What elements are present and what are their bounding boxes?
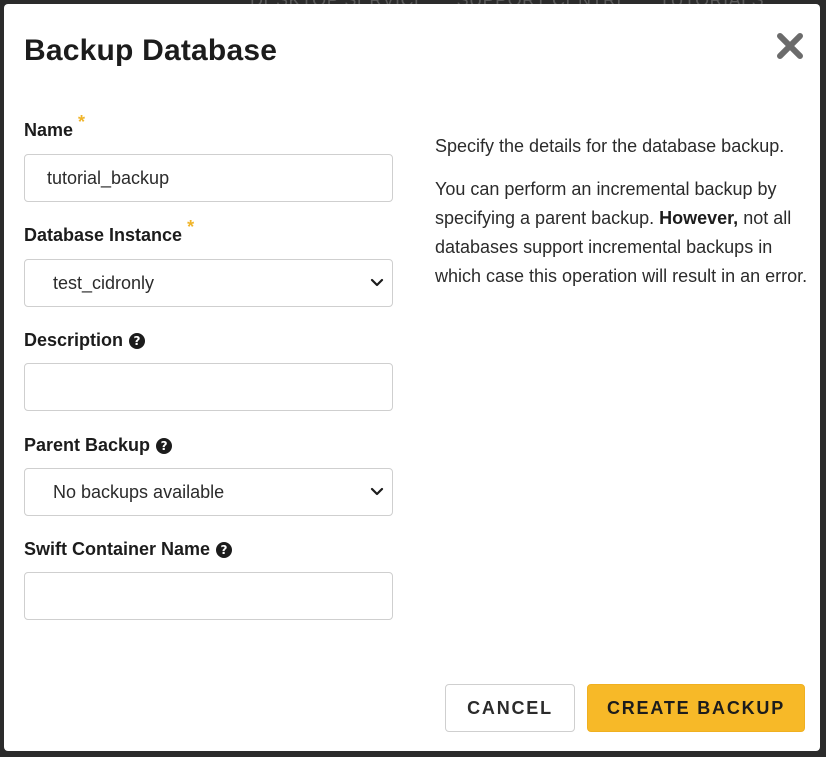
swift-container-name-label: Swift Container Name ?: [24, 539, 233, 560]
parent-backup-select[interactable]: No backups available: [24, 468, 393, 516]
help-icon[interactable]: ?: [129, 332, 146, 349]
database-instance-select[interactable]: test_cidronly: [24, 259, 393, 307]
help-icon[interactable]: ?: [216, 541, 233, 558]
chevron-down-icon: [370, 278, 384, 287]
description-input[interactable]: [24, 363, 393, 411]
required-indicator: *: [187, 217, 195, 237]
name-input-value: tutorial_backup: [47, 167, 170, 188]
database-instance-value: test_cidronly: [53, 272, 155, 293]
close-icon: [777, 33, 803, 59]
parent-backup-value: No backups available: [53, 481, 225, 502]
modal-title: Backup Database: [24, 34, 278, 67]
name-input[interactable]: tutorial_backup: [24, 154, 393, 202]
help-icon[interactable]: ?: [156, 437, 173, 454]
swift-container-name-input[interactable]: [24, 572, 393, 620]
backup-database-modal: Backup Database Name * tutorial_backup D…: [4, 4, 820, 751]
close-button[interactable]: [776, 32, 804, 60]
chevron-down-icon: [370, 487, 384, 496]
database-instance-label: Database Instance *: [24, 217, 195, 245]
name-label: Name *: [24, 112, 86, 140]
help-text-intro: Specify the details for the database bac…: [435, 136, 785, 156]
description-label: Description ?: [24, 330, 146, 351]
parent-backup-label: Parent Backup ?: [24, 435, 173, 456]
help-text-emphasis: However,: [659, 208, 739, 228]
cancel-button[interactable]: CANCEL: [445, 684, 575, 732]
help-text-incremental: You can perform an incremental backup by…: [435, 179, 808, 286]
required-indicator: *: [78, 112, 86, 132]
create-backup-button[interactable]: CREATE BACKUP: [587, 684, 805, 732]
